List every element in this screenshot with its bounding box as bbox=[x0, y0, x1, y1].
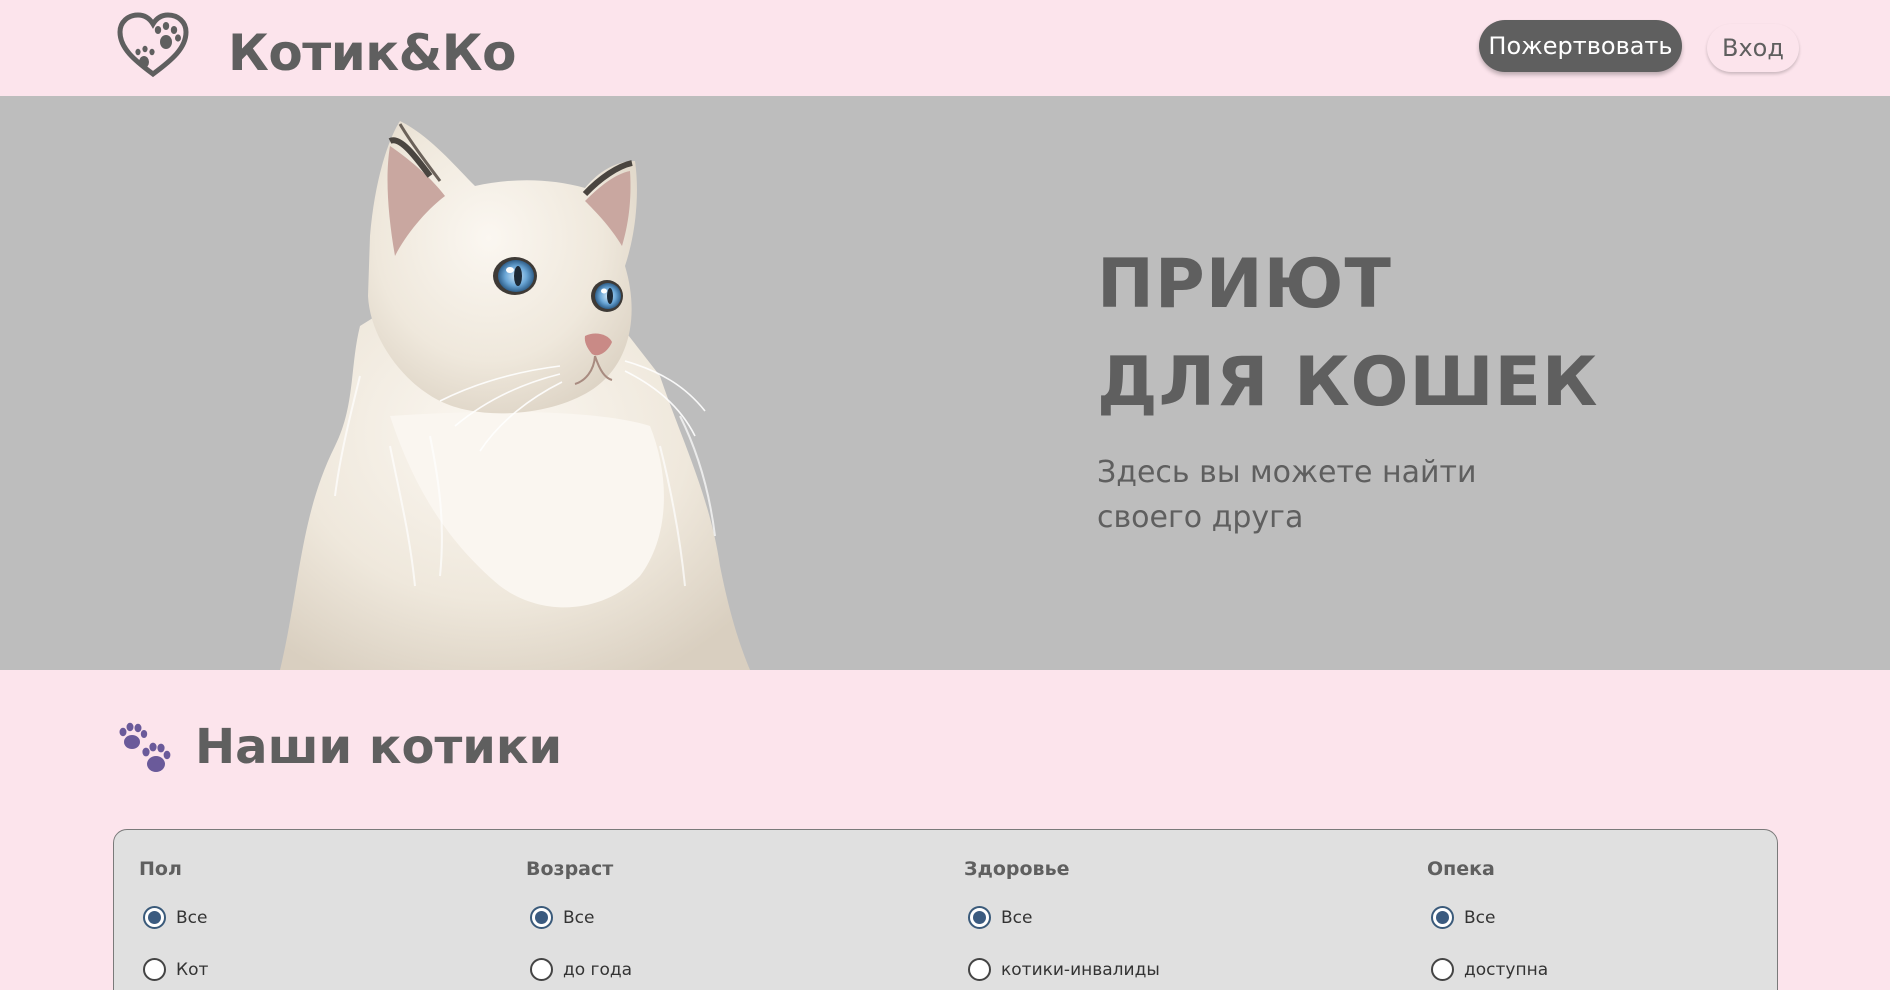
filter-label: Возраст bbox=[526, 858, 614, 880]
radio-option-label: доступна bbox=[1464, 959, 1549, 980]
radio-option[interactable]: Все bbox=[143, 906, 207, 929]
filter-label: Опека bbox=[1427, 858, 1495, 880]
radio-option[interactable]: Все bbox=[1431, 906, 1495, 929]
brand-name[interactable]: Котик&Ко bbox=[228, 18, 517, 88]
radio-option-label: Все bbox=[1001, 907, 1033, 928]
radio-option[interactable]: Все bbox=[530, 906, 594, 929]
hero-title-line-2: ДЛЯ КОШЕК bbox=[1097, 343, 1599, 422]
heart-paw-logo-icon[interactable] bbox=[116, 12, 190, 78]
hero-subtitle: Здесь вы можете найти своего друга bbox=[1097, 450, 1517, 540]
section-title: Наши котики bbox=[195, 719, 563, 775]
radio-option-label: Кот bbox=[176, 959, 209, 980]
filter-label: Здоровье bbox=[964, 858, 1070, 880]
radio-option[interactable]: Все bbox=[968, 906, 1032, 929]
hero-subtitle-line-1: Здесь вы можете найти bbox=[1097, 455, 1477, 490]
hero-title-line-1: ПРИЮТ bbox=[1097, 245, 1392, 324]
radio-button-checked[interactable] bbox=[968, 906, 991, 929]
login-button[interactable]: Вход bbox=[1707, 24, 1799, 72]
hero-banner: ПРИЮТ ДЛЯ КОШЕК Здесь вы можете найти св… bbox=[0, 96, 1890, 670]
paws-icon bbox=[119, 722, 171, 772]
radio-button[interactable] bbox=[530, 958, 553, 981]
radio-button-checked[interactable] bbox=[1431, 906, 1454, 929]
radio-option[interactable]: доступна bbox=[1431, 958, 1548, 981]
hero-title: ПРИЮТ ДЛЯ КОШЕК bbox=[1097, 236, 1599, 432]
radio-option[interactable]: Кот bbox=[143, 958, 208, 981]
radio-button[interactable] bbox=[968, 958, 991, 981]
donate-button[interactable]: Пожертвовать bbox=[1479, 20, 1682, 72]
radio-button-checked[interactable] bbox=[143, 906, 166, 929]
radio-option-label: Все bbox=[563, 907, 595, 928]
radio-button[interactable] bbox=[143, 958, 166, 981]
radio-button[interactable] bbox=[1431, 958, 1454, 981]
radio-button-checked[interactable] bbox=[530, 906, 553, 929]
radio-option[interactable]: котики-инвалиды bbox=[968, 958, 1160, 981]
radio-option-label: до года bbox=[563, 959, 633, 980]
radio-option-label: Все bbox=[1464, 907, 1496, 928]
radio-option[interactable]: до года bbox=[530, 958, 632, 981]
site-header: Котик&Ко Пожертвовать Вход bbox=[0, 0, 1890, 96]
radio-option-label: Все bbox=[176, 907, 208, 928]
filter-label: Пол bbox=[139, 858, 182, 880]
filter-panel: Пол Все Кот Возраст Все до года Здоровье… bbox=[113, 829, 1778, 990]
white-cat-image bbox=[280, 121, 750, 670]
radio-option-label: котики-инвалиды bbox=[1001, 959, 1160, 980]
hero-subtitle-line-2: своего друга bbox=[1097, 500, 1304, 535]
